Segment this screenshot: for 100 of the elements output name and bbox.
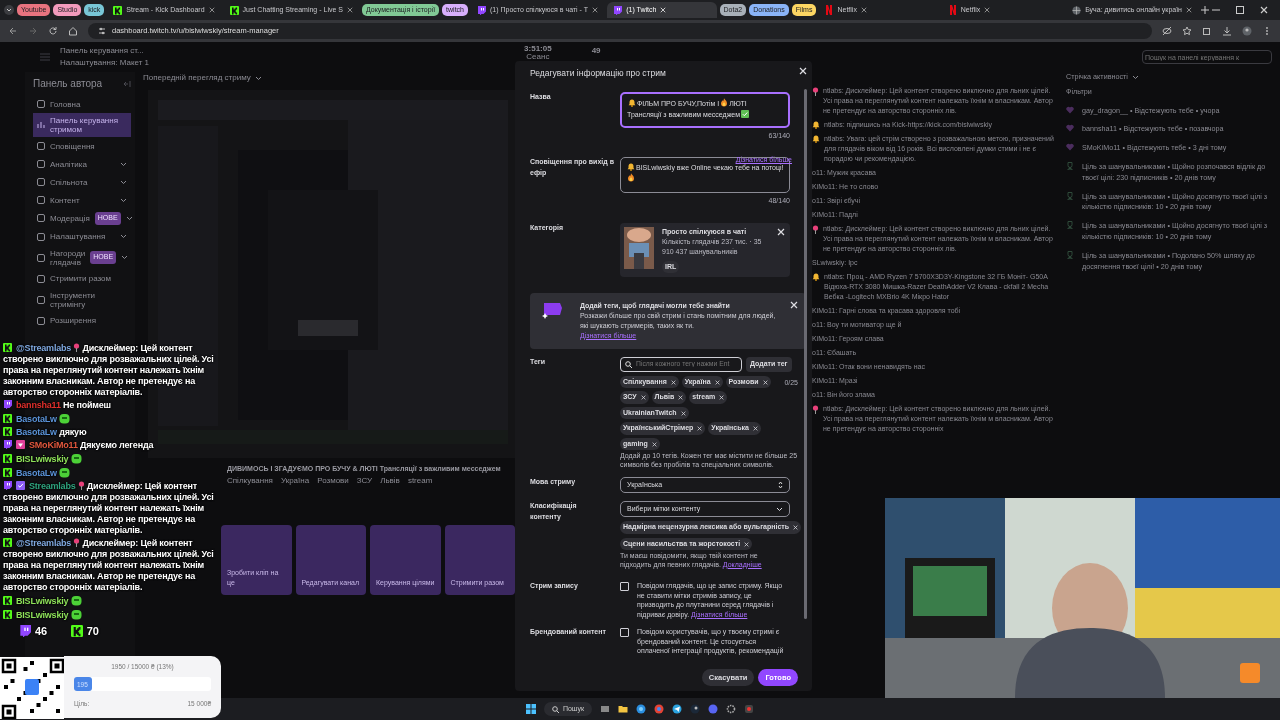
sidebar-item[interactable]: Розширення bbox=[33, 311, 131, 330]
twitch-icon bbox=[613, 5, 623, 15]
viewer-count: 46 bbox=[35, 625, 47, 637]
site-settings-icon bbox=[98, 27, 106, 35]
heart-icon bbox=[1066, 105, 1074, 114]
sidebar-item[interactable]: Контент bbox=[33, 191, 131, 209]
sparkle-tag-icon bbox=[540, 300, 564, 321]
chat-message: bannsha11 Не поймеш bbox=[3, 400, 111, 411]
bell-icon bbox=[628, 98, 636, 107]
sidebar-item[interactable]: Головна bbox=[33, 95, 131, 113]
sidebar-item[interactable]: Панель керування стримом bbox=[33, 113, 131, 137]
checkbox[interactable] bbox=[620, 628, 629, 638]
chat-message: BasotaLw дякую bbox=[3, 427, 87, 438]
chat-message: BISLwiwskiy bbox=[3, 453, 82, 465]
nav-icon bbox=[37, 253, 45, 262]
updown-icon bbox=[778, 481, 783, 490]
profile-icon[interactable] bbox=[1242, 26, 1252, 36]
download-icon[interactable] bbox=[1222, 26, 1232, 36]
nav-icon bbox=[37, 196, 45, 204]
pin-icon bbox=[73, 538, 81, 547]
layout-label: Налаштування: Макет 1 bbox=[60, 57, 150, 69]
nav-icon bbox=[37, 274, 45, 283]
back-icon[interactable] bbox=[8, 26, 18, 36]
bell-icon bbox=[627, 163, 635, 172]
app-icon[interactable] bbox=[744, 704, 755, 714]
emote-icon bbox=[70, 595, 82, 606]
nav-icon bbox=[37, 295, 45, 304]
pin-icon bbox=[77, 481, 85, 490]
chat-message: BISLwiwskiy bbox=[3, 609, 82, 621]
sidebar-item[interactable]: Налаштування bbox=[33, 227, 131, 246]
sidebar-item[interactable]: Аналітика bbox=[33, 155, 131, 173]
scrollbar[interactable] bbox=[804, 89, 807, 619]
pin-icon bbox=[812, 87, 819, 96]
emote-icon bbox=[70, 453, 82, 464]
trophy-icon bbox=[1066, 191, 1074, 200]
checkbox[interactable] bbox=[620, 582, 629, 592]
browser-icon[interactable] bbox=[654, 704, 665, 714]
pin-icon bbox=[73, 343, 81, 352]
sidebar-item[interactable]: Стримити разом bbox=[33, 269, 131, 288]
maximize-icon[interactable] bbox=[1236, 6, 1244, 14]
chat-message: BasotaLw bbox=[3, 467, 71, 479]
nav-icon bbox=[37, 160, 45, 168]
globe-icon bbox=[1072, 5, 1082, 15]
sidebar-title: Панель автора bbox=[33, 77, 103, 91]
bell-icon bbox=[812, 135, 820, 143]
bell-icon bbox=[812, 121, 820, 129]
paper-plane-icon[interactable] bbox=[672, 704, 683, 714]
browser-icon[interactable] bbox=[636, 704, 647, 714]
stream-tag[interactable]: Львів bbox=[380, 474, 400, 487]
nav-icon bbox=[37, 142, 45, 150]
search-icon bbox=[625, 360, 632, 368]
star-icon[interactable] bbox=[1182, 26, 1192, 36]
chat-icon[interactable] bbox=[708, 704, 719, 714]
chat-message: @Streamlabs Дисклеймер: Цей контент створено виключно для розважальних цілей. Усі права на переглянутий контент належать їхнім законним власникам. Автор не претендує на авторство сторонніх матеріалів. bbox=[3, 538, 215, 593]
chevron-down-icon bbox=[1131, 74, 1139, 80]
stream-tag[interactable]: ЗСУ bbox=[356, 474, 373, 487]
emote-icon bbox=[59, 413, 71, 424]
eye-slash-icon[interactable] bbox=[1162, 26, 1172, 36]
home-icon[interactable] bbox=[68, 26, 78, 36]
trophy-icon bbox=[1066, 250, 1074, 259]
session-time: 3:51:05 bbox=[524, 45, 552, 53]
reload-icon[interactable] bbox=[48, 26, 58, 36]
flame-icon bbox=[627, 173, 635, 183]
stream-tag[interactable]: stream bbox=[407, 474, 433, 487]
search-icon bbox=[551, 705, 559, 713]
emote-icon bbox=[59, 467, 71, 478]
gear-icon[interactable] bbox=[726, 704, 737, 714]
extension-icon[interactable] bbox=[1202, 26, 1212, 36]
folder-icon[interactable] bbox=[618, 704, 629, 714]
menu-icon[interactable] bbox=[4, 5, 14, 15]
stream-tag[interactable]: Спілкування bbox=[227, 474, 273, 487]
stream-tag[interactable]: Україна bbox=[280, 474, 310, 487]
netflix-icon bbox=[948, 5, 957, 15]
bars-icon bbox=[37, 121, 45, 129]
minimize-icon[interactable] bbox=[1212, 6, 1220, 14]
heart-icon bbox=[1066, 143, 1074, 152]
trophy-icon bbox=[1066, 221, 1074, 230]
stream-tag[interactable]: Розмови bbox=[317, 474, 349, 487]
bell-icon bbox=[812, 273, 820, 281]
close-icon[interactable] bbox=[1260, 6, 1268, 14]
chat-message: BasotaLw bbox=[3, 413, 71, 425]
pin-icon bbox=[812, 225, 819, 234]
game-icon[interactable] bbox=[690, 704, 701, 714]
check-icon bbox=[741, 109, 750, 118]
viewer-count: 49 bbox=[591, 45, 601, 57]
task-view-icon[interactable] bbox=[600, 704, 611, 714]
chat-message: BISLwiwskiy bbox=[3, 595, 82, 607]
twitch-icon bbox=[477, 5, 486, 15]
heart-icon bbox=[1066, 124, 1074, 133]
kick-icon bbox=[229, 5, 239, 15]
section-heading: Попередній перегляд стриму bbox=[143, 72, 251, 84]
trophy-icon bbox=[1066, 162, 1074, 170]
flame-icon bbox=[720, 97, 729, 107]
sidebar-item[interactable]: Сповіщення bbox=[33, 137, 131, 155]
plus-icon[interactable] bbox=[1201, 6, 1209, 14]
windows-logo-icon[interactable] bbox=[525, 704, 536, 714]
sidebar-item[interactable]: Спільнота bbox=[33, 173, 131, 191]
chat-message: Streamlabs Дисклеймер: Цей контент створено виключно для розважальних цілей. Усі права на переглянутий контент належать їхнім законним власникам. Автор не претендує на авторство сторонніх матеріалів. bbox=[3, 481, 215, 536]
emote-icon bbox=[70, 609, 82, 620]
sidebar-item[interactable]: Інструменти стримінгу bbox=[33, 287, 131, 312]
